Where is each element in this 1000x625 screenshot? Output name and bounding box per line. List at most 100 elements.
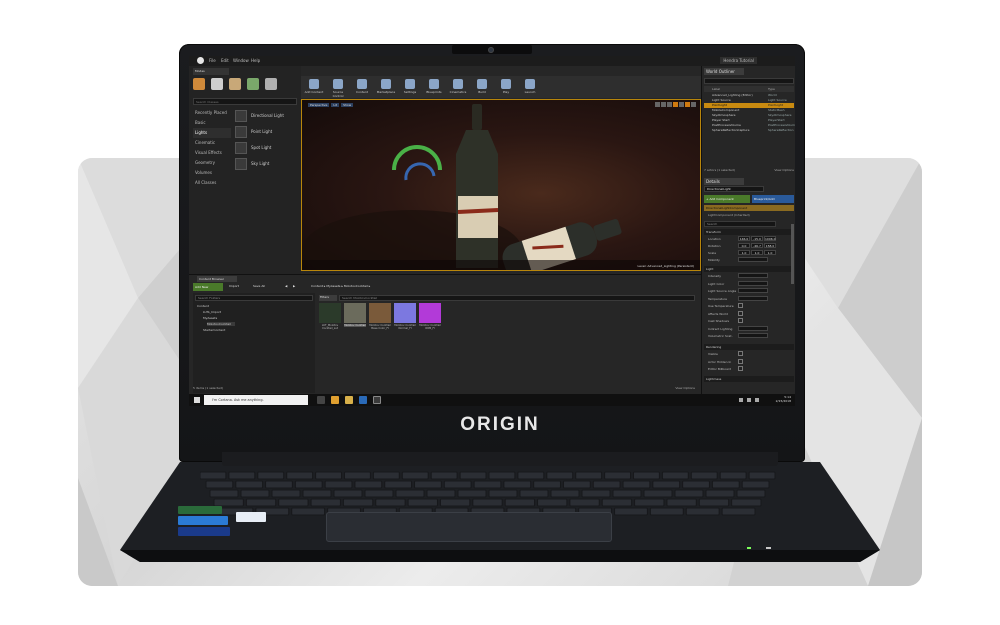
rotate-tool-icon[interactable] [661, 102, 666, 107]
folder-item[interactable]: MyAssets [203, 316, 217, 320]
add-content-button[interactable]: Add Content [303, 78, 325, 96]
section-rendering[interactable]: Rendering [704, 344, 794, 350]
component-inherited[interactable]: LightComponent (Inherited) [704, 212, 794, 218]
modes-search-input[interactable]: Search Classes [193, 98, 297, 105]
camera-speed-icon[interactable] [691, 102, 696, 107]
category-item[interactable]: Basic [193, 118, 231, 128]
scale-tool-icon[interactable] [667, 102, 672, 107]
component-selected[interactable]: DirectionalLightComponent [704, 205, 794, 211]
category-item[interactable]: Geometry [193, 158, 231, 168]
paint-mode-icon[interactable] [211, 78, 223, 90]
checkbox[interactable] [738, 303, 743, 308]
section-light[interactable]: Light [704, 266, 794, 272]
blueprint-button[interactable]: Blueprint/Add [752, 195, 794, 203]
chrome-icon[interactable] [331, 396, 339, 404]
outliner-row[interactable]: SphereReflectionCapture SphereReflection [704, 128, 794, 133]
play-button[interactable]: Play [495, 78, 517, 96]
category-item[interactable]: Volumes [193, 168, 231, 178]
outliner-search-input[interactable] [704, 78, 794, 84]
outliner-tab[interactable]: World Outliner [704, 68, 744, 75]
breadcrumb-item[interactable]: MolotovCocktail [344, 284, 368, 288]
checkbox[interactable] [738, 318, 743, 323]
section-transform[interactable]: Transform [704, 229, 794, 235]
category-item-active[interactable]: Lights [193, 128, 231, 138]
checkbox[interactable] [738, 366, 743, 371]
value-field[interactable] [738, 273, 768, 278]
folder-item[interactable]: LUTs_Import [203, 310, 221, 314]
add-new-button[interactable]: Add New [193, 283, 223, 291]
add-component-button[interactable]: + Add Component [704, 195, 750, 203]
menu-window[interactable]: Window [233, 58, 249, 63]
filters-button[interactable]: Filters [319, 295, 337, 301]
file-explorer-icon[interactable] [345, 396, 353, 404]
build-button[interactable]: Build [471, 78, 493, 96]
checkbox[interactable] [738, 310, 743, 316]
show-button[interactable]: Show [341, 103, 354, 107]
move-tool-icon[interactable] [655, 102, 660, 107]
value-field[interactable] [738, 280, 768, 286]
forward-arrow-icon[interactable]: ▶ [293, 284, 295, 288]
landscape-mode-icon[interactable] [229, 78, 241, 90]
breadcrumb-item[interactable]: Content [311, 284, 323, 288]
angle-snap-icon[interactable] [685, 102, 690, 107]
category-item[interactable]: All Classes [193, 178, 231, 188]
folder-item[interactable]: MolotovCocktail [207, 322, 235, 326]
battery-icon[interactable] [755, 398, 759, 402]
task-view-icon[interactable] [317, 396, 325, 404]
breadcrumb-item[interactable]: MyAssets [326, 284, 340, 288]
save-all-button[interactable]: Save All [253, 284, 265, 288]
unreal-editor-icon[interactable] [373, 396, 381, 404]
source-control-button[interactable]: Source Control [327, 78, 349, 98]
value-field[interactable] [738, 325, 768, 331]
light-item[interactable]: Spot Light [233, 140, 297, 156]
light-item[interactable]: Point Light [233, 124, 297, 140]
asset-tile[interactable]: Molotov Cocktail [344, 303, 366, 337]
folder-item[interactable]: StarterContent [203, 328, 225, 332]
lit-button[interactable]: Lit [331, 103, 340, 107]
import-button[interactable]: Import [229, 284, 239, 288]
content-browser-view-options[interactable]: View Options [675, 386, 695, 390]
windows-start-icon[interactable] [194, 397, 200, 403]
details-scrollbar[interactable] [791, 224, 794, 284]
asset-search-input[interactable]: Search MolotovCocktail [339, 295, 695, 301]
marketplace-button[interactable]: Marketplace [375, 78, 397, 96]
value-field[interactable] [738, 333, 768, 338]
light-item[interactable]: Sky Light [233, 156, 297, 172]
menu-help[interactable]: Help [251, 58, 260, 63]
cortana-search-box[interactable]: I'm Cortana. Ask me anything. [204, 395, 308, 405]
blueprints-button[interactable]: Blueprints [423, 78, 445, 96]
volume-icon[interactable] [747, 398, 751, 402]
category-item[interactable]: Cinematic [193, 138, 231, 148]
value-field[interactable] [738, 288, 768, 293]
menu-file[interactable]: File [209, 58, 216, 63]
details-tab[interactable]: Details [704, 178, 744, 185]
light-item[interactable]: Directional Light [233, 108, 297, 124]
asset-tile[interactable]: Molotov Cocktail ORM_FI [419, 303, 441, 337]
settings-button[interactable]: Settings [399, 78, 421, 96]
geometry-mode-icon[interactable] [265, 78, 277, 90]
checkbox[interactable] [738, 351, 743, 356]
content-browser-tab[interactable]: Content Browser [197, 276, 237, 282]
outliner-view-options[interactable]: View Options [774, 168, 794, 172]
folder-search-input[interactable]: Search Folders [195, 295, 313, 301]
value-field[interactable] [738, 295, 768, 301]
category-item[interactable]: Recently Placed [193, 108, 231, 118]
foliage-mode-icon[interactable] [247, 78, 259, 90]
asset-tile[interactable]: Molotov Cocktail Normal_FI [394, 303, 416, 337]
store-icon[interactable] [359, 396, 367, 404]
place-mode-icon[interactable] [193, 78, 205, 90]
menu-edit[interactable]: Edit [221, 58, 229, 63]
actor-name-field[interactable]: DirectionalLight [704, 186, 764, 192]
launch-button[interactable]: Launch [519, 78, 541, 96]
content-button[interactable]: Content [351, 78, 373, 96]
checkbox[interactable] [738, 358, 743, 364]
cinematics-button[interactable]: Cinematics [447, 78, 469, 96]
modes-tab[interactable]: Modes [193, 68, 229, 75]
asset-tile[interactable]: Molotov Cocktail Base Color_FI [369, 303, 391, 337]
grid-size-icon[interactable] [679, 102, 684, 107]
grid-snap-icon[interactable] [673, 102, 678, 107]
level-viewport[interactable]: Perspective Lit Show Level: Advanced_Light… [301, 99, 701, 271]
section-lightmass[interactable]: Lightmass [704, 376, 794, 382]
folder-item[interactable]: Content [197, 304, 209, 308]
details-search-input[interactable]: Search [704, 221, 776, 227]
